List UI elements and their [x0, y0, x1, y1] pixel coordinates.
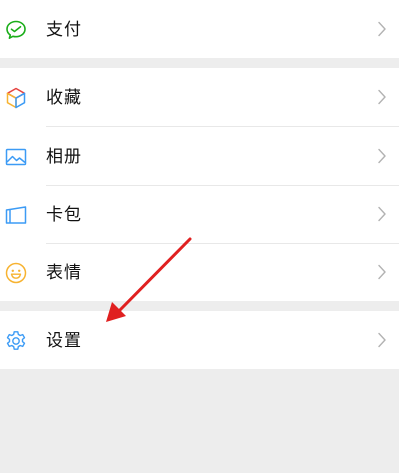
gear-icon: [4, 329, 28, 353]
wallet-check-icon: [4, 18, 28, 42]
menu-item-pay-label: 支付: [46, 20, 82, 40]
chevron-right-icon: [377, 21, 387, 37]
chevron-right-icon: [377, 206, 387, 222]
menu-item-album[interactable]: 相册: [0, 127, 399, 185]
chevron-right-icon: [377, 89, 387, 105]
menu-item-favorites-label: 收藏: [46, 88, 82, 108]
chevron-right-icon: [377, 148, 387, 164]
pay-group: 支付: [0, 0, 399, 58]
menu-item-favorites[interactable]: 收藏: [0, 68, 399, 126]
menu-item-cards-label: 卡包: [46, 205, 82, 225]
menu-item-settings-label: 设置: [46, 331, 82, 351]
card-icon: [4, 203, 28, 227]
chevron-right-icon: [377, 332, 387, 348]
menu-item-pay[interactable]: 支付: [0, 0, 399, 58]
menu-item-cards[interactable]: 卡包: [0, 185, 399, 243]
menu-item-album-label: 相册: [46, 147, 82, 167]
menu-item-settings[interactable]: 设置: [0, 311, 399, 369]
smiley-icon: [4, 261, 28, 285]
cube-icon: [4, 86, 28, 110]
chevron-right-icon: [377, 264, 387, 280]
settings-group: 设置: [0, 311, 399, 369]
menu-item-stickers-label: 表情: [46, 263, 82, 283]
menu-item-stickers[interactable]: 表情: [0, 243, 399, 301]
picture-icon: [4, 145, 28, 169]
media-group: 收藏 相册 卡包 表情: [0, 68, 399, 301]
